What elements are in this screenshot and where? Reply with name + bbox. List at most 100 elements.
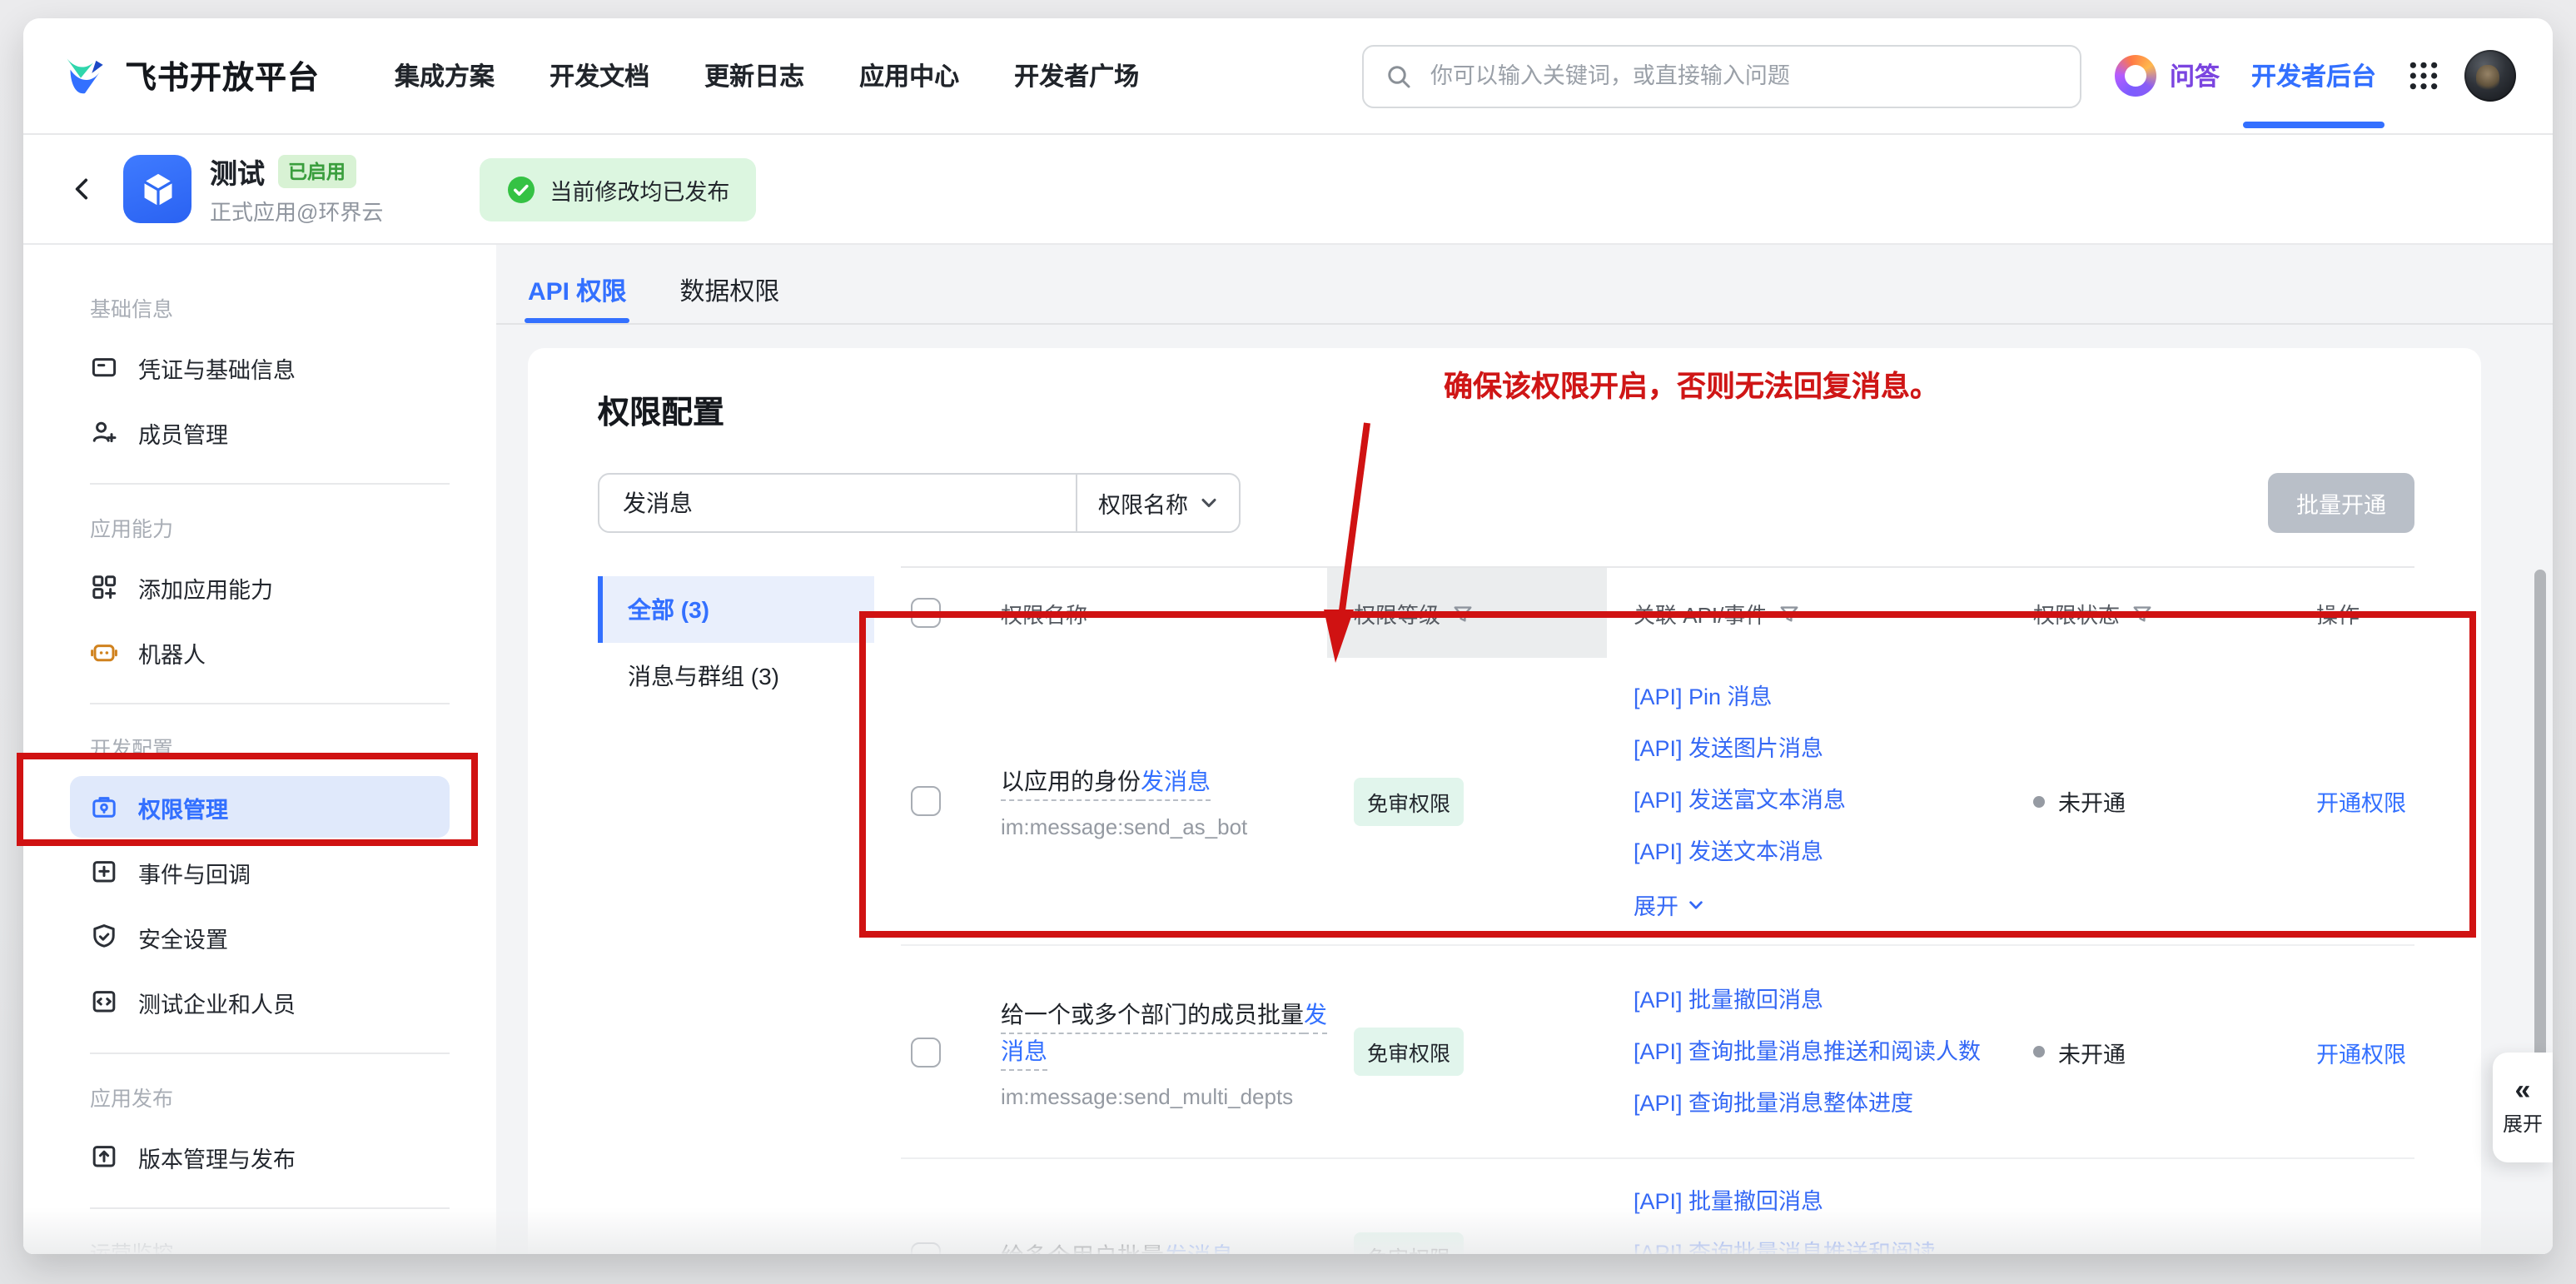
tab-api-permissions[interactable]: API 权限 [528,273,626,323]
sidebar-item-bot[interactable]: 机器人 [70,621,450,683]
app-grid-icon[interactable] [2408,60,2439,92]
filter-funnel-icon[interactable] [1452,602,1474,624]
sidebar-section-basic-info: 基础信息 [90,291,496,323]
expand-api-list[interactable]: 展开 [1634,888,2007,921]
sidebar-divider [90,1053,450,1054]
nav-item-docs[interactable]: 开发文档 [550,58,649,93]
sidebar-item-test-org[interactable]: 测试企业和人员 [70,971,450,1033]
category-messages-groups[interactable]: 消息与群组 (3) [598,643,874,709]
sidebar-item-label: 成员管理 [138,416,228,449]
toolbar: 权限名称 批量开通 [598,473,2414,533]
filter-funnel-icon[interactable] [2131,602,2153,624]
level-tag: 免审权限 [1354,1232,1464,1254]
enable-permission-link[interactable]: 开通权限 [2316,1035,2406,1068]
table-row: 给一个或多个部门的成员批量发消息 im:message:send_multi_d… [901,946,2414,1159]
api-link[interactable]: [API] 发送文本消息 [1634,836,2007,869]
permission-name-cell: 给多个用户批量发消息 [974,1159,1327,1254]
permission-config-card: 权限配置 权限名称 批量开通 全部 (3) [528,348,2481,1254]
permission-search-group: 权限名称 [598,473,1241,533]
nav-item-changelog[interactable]: 更新日志 [704,58,804,93]
user-avatar[interactable] [2464,50,2516,102]
nav-item-qa[interactable]: 问答 [2170,58,2220,93]
sidebar-item-members[interactable]: 成员管理 [70,401,450,463]
table-header: 权限名称 权限等级 关联 API/事件 [901,568,2414,658]
category-all[interactable]: 全部 (3) [598,576,874,643]
permission-name[interactable]: 以应用的身份发消息 [1001,763,1327,799]
tab-data-permissions[interactable]: 数据权限 [679,273,779,323]
bulk-enable-button[interactable]: 批量开通 [2268,473,2414,533]
chevron-down-icon [1687,895,1705,913]
sidebar: 基础信息 凭证与基础信息 成员管理 应用能力 [23,245,496,1254]
api-list: [API] 批量撤回消息 [API] 查询批量消息推送和阅读人数 [API] 查… [1607,946,2007,1157]
api-link[interactable]: [API] 发送富文本消息 [1634,784,2007,818]
enable-permission-link[interactable]: 开通权限 [2316,784,2406,818]
row-checkbox[interactable] [911,786,941,816]
content-row: 全部 (3) 消息与群组 (3) 权限名称 权限等 [598,566,2414,1254]
app-meta: 测试 已启用 正式应用@环界云 [210,152,383,226]
api-link[interactable]: [API] 批量撤回消息 [1634,983,2007,1017]
publish-status-pill: 当前修改均已发布 [480,157,756,221]
sidebar-item-credentials[interactable]: 凭证与基础信息 [70,336,450,398]
level-tag: 免审权限 [1354,1028,1464,1076]
annotation-note: 确保该权限开启，否则无法回复消息。 [1444,365,1939,406]
sidebar-divider [90,703,450,704]
select-all-checkbox[interactable] [911,598,941,628]
sidebar-item-permissions[interactable]: 权限管理 [70,776,450,838]
status-text: 未开通 [2058,1035,2126,1068]
nav-search-input[interactable] [1427,62,2058,90]
permission-name-link[interactable]: 发消息 [1164,1242,1234,1254]
nav-item-solutions[interactable]: 集成方案 [395,58,495,93]
back-button[interactable] [60,167,103,211]
sidebar-item-version-release[interactable]: 版本管理与发布 [70,1126,450,1187]
api-list: [API] 批量撤回消息 [API] 查询批量消息推送和阅读 [1607,1159,2007,1254]
api-link[interactable]: [API] Pin 消息 [1634,681,2007,714]
permission-name[interactable]: 给多个用户批量发消息 [1001,1237,1327,1254]
feishu-logo[interactable]: 飞书开放平台 [60,51,320,101]
sidebar-item-events[interactable]: 事件与回调 [70,841,450,903]
status-dot-icon [2033,1046,2045,1058]
sidebar-item-security[interactable]: 安全设置 [70,906,450,968]
credential-card-icon [90,353,118,381]
api-link[interactable]: [API] 发送图片消息 [1634,733,2007,766]
expand-drawer-label: 展开 [2503,1109,2543,1137]
status-cell: 未开通 [2007,658,2290,944]
sidebar-item-label: 凭证与基础信息 [138,351,296,384]
body-row: 基础信息 凭证与基础信息 成员管理 应用能力 [23,245,2553,1254]
api-link[interactable]: [API] 查询批量消息推送和阅读 [1634,1237,2007,1254]
vertical-scrollbar-thumb[interactable] [2534,570,2546,1096]
feishu-logo-icon [60,51,110,101]
permission-name[interactable]: 给一个或多个部门的成员批量发消息 [1001,995,1327,1068]
expand-drawer-button[interactable]: « 展开 [2493,1053,2553,1162]
status-text: 未开通 [2058,784,2126,818]
browser-window: 飞书开放平台 集成方案 开发文档 更新日志 应用中心 开发者广场 问答 开发者后… [23,18,2553,1254]
api-link[interactable]: [API] 查询批量消息推送和阅读人数 [1634,1035,2007,1068]
filter-field-select[interactable]: 权限名称 [1076,475,1239,531]
row-checkbox[interactable] [911,1242,941,1254]
nav-search-box[interactable] [1362,44,2081,107]
permission-briefcase-icon [90,793,118,821]
row-checkbox[interactable] [911,1037,941,1067]
permission-name-link[interactable]: 发消息 [1141,768,1211,794]
app-header: 测试 已启用 正式应用@环界云 当前修改均已发布 [23,135,2553,245]
col-header-level: 权限等级 [1327,568,1607,658]
member-add-icon [90,418,118,446]
nav-item-app-center[interactable]: 应用中心 [859,58,959,93]
sidebar-item-label: 权限管理 [138,790,228,824]
sidebar-item-add-capability[interactable]: 添加应用能力 [70,556,450,618]
app-name: 测试 [210,152,265,192]
filter-funnel-icon[interactable] [1778,602,1800,624]
sidebar-item-label: 版本管理与发布 [138,1140,296,1173]
sidebar-section-capabilities: 应用能力 [90,511,496,543]
upload-icon [90,1142,118,1171]
sidebar-item-label: 安全设置 [138,920,228,953]
permission-search-input[interactable] [599,475,1076,531]
nav-item-dev-plaza[interactable]: 开发者广场 [1014,58,1139,93]
app-subtitle: 正式应用@环界云 [210,195,383,226]
level-tag: 免审权限 [1354,777,1464,825]
check-circle-icon [506,174,536,204]
chevron-down-icon [1198,493,1218,513]
ai-assistant-icon[interactable] [2115,55,2156,97]
api-link[interactable]: [API] 批量撤回消息 [1634,1186,2007,1219]
api-link[interactable]: [API] 查询批量消息整体进度 [1634,1087,2007,1120]
nav-item-developer-console[interactable]: 开发者后台 [2251,58,2376,93]
